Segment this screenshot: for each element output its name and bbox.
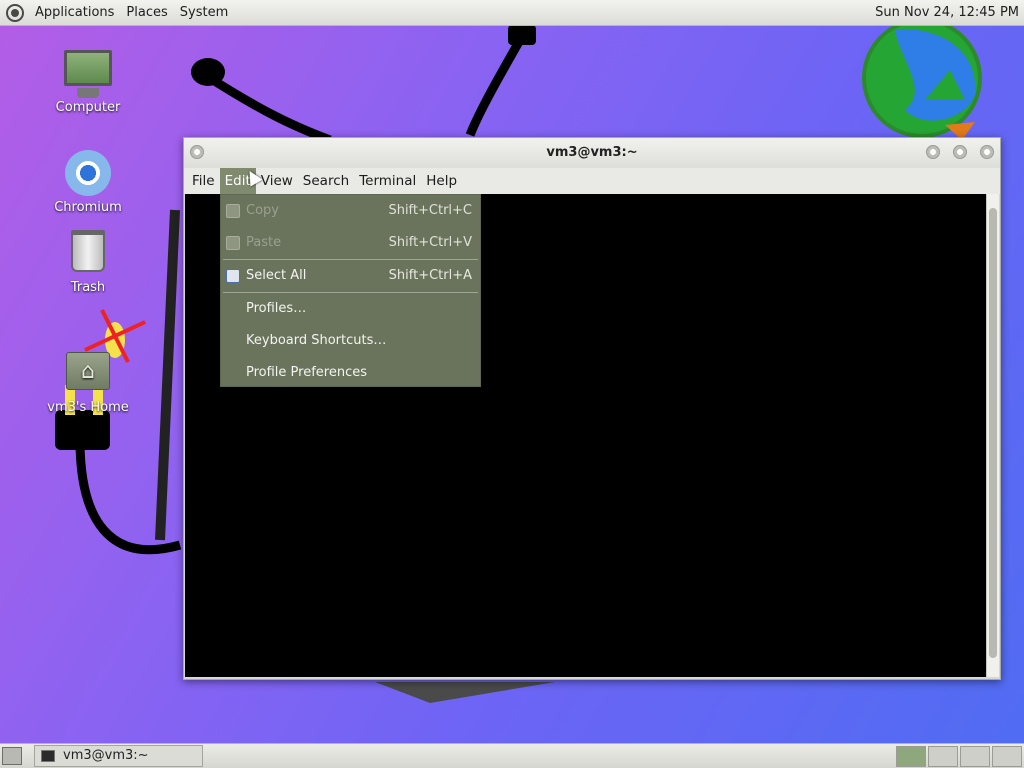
menu-item-keyboard-shortcuts[interactable]: Keyboard Shortcuts… [221,325,480,357]
menu-item-shortcut: Shift+Ctrl+V [388,235,472,250]
bottom-panel: vm3@vm3:~ [0,743,1024,768]
scrollbar-thumb[interactable] [989,208,997,658]
desktop-icon-label: Trash [70,280,106,295]
menu-item-profile-preferences[interactable]: Profile Preferences [221,357,480,389]
window-menubar: File Edit View Search Terminal Help [184,168,1000,194]
menu-view[interactable]: View [256,168,298,194]
desktop-icon-label: Computer [55,100,121,115]
menu-item-label: Keyboard Shortcuts… [246,333,387,348]
menu-item-shortcut: Shift+Ctrl+A [388,268,472,283]
desktop-icon-trash[interactable]: Trash [38,230,138,295]
desktop-icon-chromium[interactable]: Chromium [38,150,138,215]
menu-item-label: Copy [246,203,279,218]
menu-item-label: Select All [246,268,307,283]
scrollbar[interactable] [986,194,999,677]
workspace-1[interactable] [896,746,926,767]
window-titlebar[interactable]: vm3@vm3:~ [184,138,1000,168]
terminal-icon [41,750,55,762]
computer-icon [64,50,112,98]
workspace-4[interactable] [992,746,1022,767]
distro-logo-icon[interactable] [6,3,24,22]
menu-item-paste[interactable]: Paste Shift+Ctrl+V [221,227,480,259]
applications-menu[interactable]: Applications [29,0,120,26]
menu-item-profiles[interactable]: Profiles… [221,293,480,325]
menu-terminal[interactable]: Terminal [354,168,421,194]
menu-item-shortcut: Shift+Ctrl+C [388,203,472,218]
chromium-icon [65,150,111,196]
minimize-button[interactable] [926,145,940,159]
taskbar-item-terminal[interactable]: vm3@vm3:~ [34,745,203,767]
menu-file[interactable]: File [187,168,220,194]
trash-icon [71,230,105,272]
desktop-icon-computer[interactable]: Computer [38,50,138,115]
menu-item-copy[interactable]: Copy Shift+Ctrl+C [221,195,480,227]
desktop-icon-label: Chromium [54,200,122,215]
copy-icon [226,204,240,218]
window-title: vm3@vm3:~ [546,145,638,160]
top-panel: Applications Places System Sun Nov 24, 1… [0,0,1024,26]
menu-search[interactable]: Search [298,168,354,194]
taskbar-item-label: vm3@vm3:~ [63,748,149,763]
clock[interactable]: Sun Nov 24, 12:45 PM [875,0,1019,26]
maximize-button[interactable] [953,145,967,159]
menu-item-label: Paste [246,235,282,250]
workspace-2[interactable] [928,746,958,767]
show-desktop-icon[interactable] [2,747,22,765]
menu-item-label: Profiles… [246,301,307,316]
desktop-icon-home[interactable]: ⌂ vm3's Home [38,352,138,415]
places-menu[interactable]: Places [120,0,173,26]
menu-help[interactable]: Help [421,168,462,194]
menu-item-select-all[interactable]: Select All Shift+Ctrl+A [221,260,480,292]
home-folder-icon: ⌂ [66,352,110,390]
close-button[interactable] [980,145,994,159]
workspace-3[interactable] [960,746,990,767]
paste-icon [226,236,240,250]
desktop-icon-label: vm3's Home [47,400,129,415]
select-all-icon [226,269,240,283]
window-menu-icon[interactable] [190,145,204,159]
menu-item-label: Profile Preferences [246,365,368,380]
edit-menu-dropdown: Copy Shift+Ctrl+C Paste Shift+Ctrl+V Sel… [220,194,481,387]
system-menu[interactable]: System [174,0,234,26]
